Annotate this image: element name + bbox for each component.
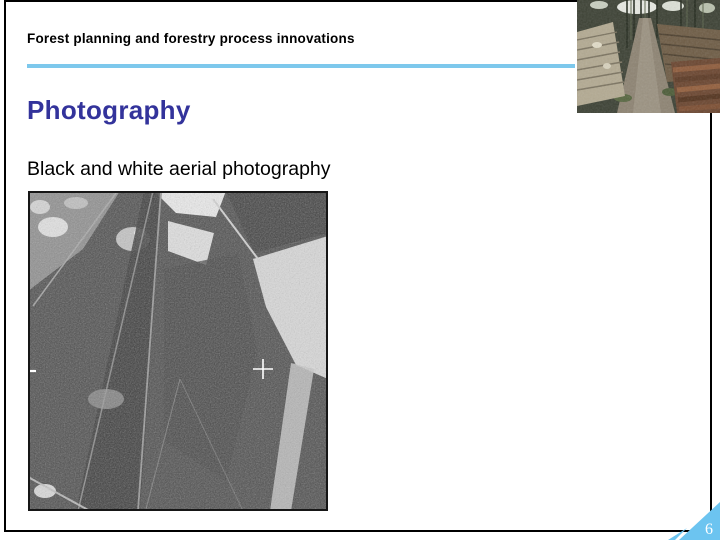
page-title: Photography (27, 95, 191, 125)
forest-road-photo (577, 0, 720, 113)
aerial-photo (28, 191, 328, 511)
presentation-slide: Forest planning and forestry process inn… (0, 0, 720, 540)
corner-triangle (679, 502, 720, 540)
slide-subtitle: Black and white aerial photography (27, 158, 331, 180)
slide-header: Forest planning and forestry process inn… (27, 31, 355, 46)
corner-decoration: 6 (660, 495, 720, 540)
header-divider-rule (27, 64, 575, 68)
page-number: 6 (705, 521, 713, 538)
